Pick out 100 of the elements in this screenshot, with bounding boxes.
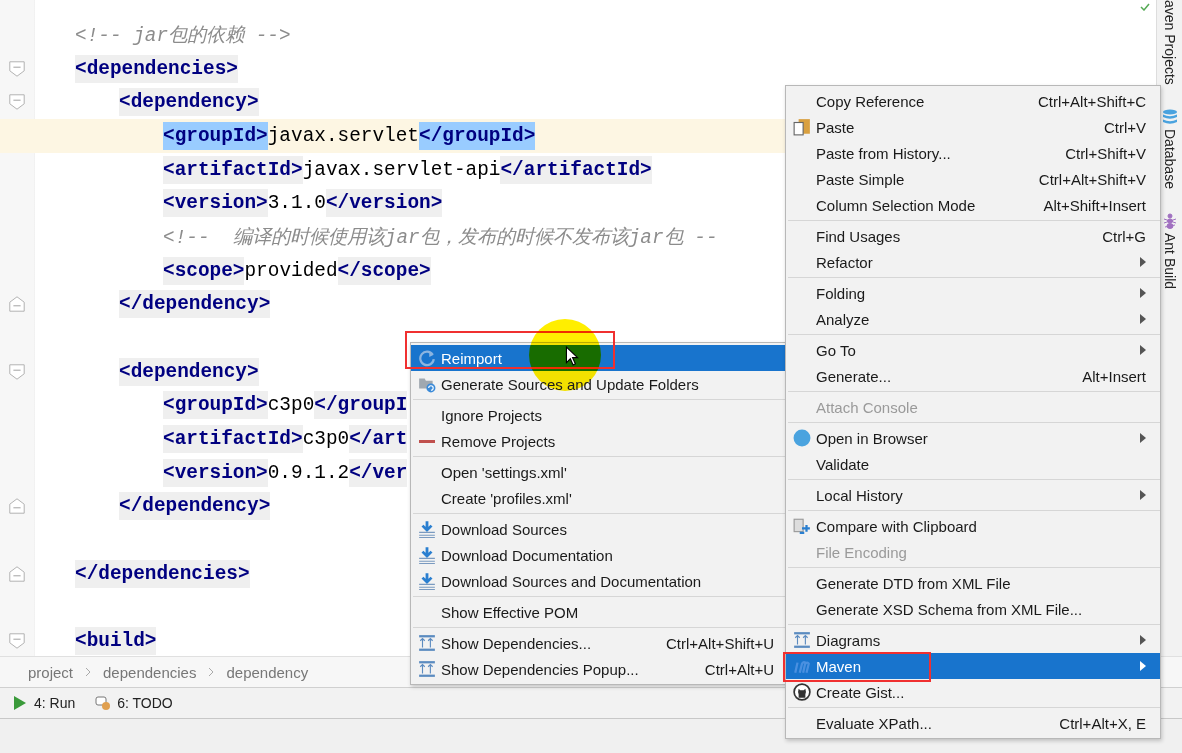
xml-tag: </groupId> [419,121,536,150]
breadcrumb[interactable]: project [28,663,74,681]
menu-item[interactable]: Maven [786,653,1160,679]
menu-item[interactable]: Show Effective POM [411,599,788,625]
menu-item[interactable]: Paste Ctrl+V [786,114,1160,140]
tag-value: 0.9.1.2 [267,461,350,484]
menu-item[interactable]: Paste from History... Ctrl+Shift+V [786,140,1160,166]
menu-item[interactable]: Copy Reference Ctrl+Alt+Shift+C [786,88,1160,114]
breadcrumb[interactable]: dependency [226,663,309,681]
xml-tag: <groupId> [163,391,268,420]
menu-item[interactable]: Show Dependencies... Ctrl+Alt+Shift+U [411,630,788,656]
menu-item[interactable]: Generate DTD from XML File [786,570,1160,596]
side-tab[interactable]: aven Projects [1161,0,1178,85]
tool-window-button[interactable]: 6: TODO [91,693,177,713]
chevron-icon [208,667,215,677]
clipboard-icon [793,118,811,136]
xml-tag: </artifactId> [500,155,652,184]
menu-item[interactable]: Diagrams [786,627,1160,653]
fold-icon[interactable] [8,59,26,78]
menu-item[interactable]: Download Sources and Documentation [411,568,788,594]
submenu-arrow-icon [1140,661,1146,671]
tag-value: javax.servlet [267,124,419,147]
fold-icon[interactable] [8,497,26,516]
submenu-arrow-icon [1140,635,1146,645]
xml-tag: <scope> [163,256,245,285]
submenu-arrow-icon [1140,314,1146,324]
tag-value: javax.servlet-api [302,158,501,181]
todo-icon [95,695,112,711]
submenu-arrow-icon [1140,288,1146,298]
diagram-icon [793,631,811,649]
submenu-arrow-icon [1140,490,1146,500]
xml-tag: <artifactId> [163,425,303,454]
chevron-icon [85,667,92,677]
tag-value: provided [244,259,338,282]
submenu-arrow-icon [1140,257,1146,267]
xml-tag: <version> [163,458,268,487]
side-tab[interactable]: Ant Build [1161,232,1178,289]
menu-item[interactable]: Go To [786,337,1160,363]
menu-item[interactable]: Column Selection Mode Alt+Shift+Insert [786,192,1160,218]
submenu-arrow-icon [1140,345,1146,355]
xml-tag: </version> [325,189,443,218]
fold-icon[interactable] [8,93,26,112]
xml-tag: </ver [349,458,408,487]
menu-item[interactable]: Download Documentation [411,542,788,568]
run-icon [12,695,28,711]
menu-item[interactable]: Generate... Alt+Insert [786,363,1160,389]
menu-item[interactable]: Refactor [786,249,1160,275]
code-comment: <!-- 编译的时候使用该jar包，发布的时候不发布该jar包 -- [163,225,718,251]
menu-item[interactable]: Ignore Projects [411,402,788,428]
tool-window-button[interactable]: 4: Run [8,693,80,713]
menu-item[interactable]: Create 'profiles.xml' [411,485,788,511]
tag-value: c3p0 [302,428,350,451]
menu-item[interactable]: Validate [786,451,1160,477]
octocat-icon [793,683,811,701]
menu-item[interactable]: Find Usages Ctrl+G [786,223,1160,249]
compare-icon [793,517,811,535]
menu-item[interactable]: Open 'settings.xml' [411,459,788,485]
ant-icon [1161,212,1178,229]
menu-item[interactable]: Generate XSD Schema from XML File... [786,596,1160,622]
menu-item[interactable]: Open in Browser [786,425,1160,451]
database-icon [1161,108,1178,125]
download-icon [418,546,436,564]
globe-icon [793,429,811,447]
xml-tag: <dependency> [119,357,259,386]
xml-tag: <version> [163,189,268,218]
submenu-arrow-icon [1140,433,1146,443]
menu-item[interactable]: Analyze [786,306,1160,332]
menu-item[interactable]: Create Gist... [786,679,1160,705]
xml-tag: <artifactId> [163,155,303,184]
fold-icon[interactable] [8,564,26,583]
side-tab[interactable]: Database [1161,128,1178,189]
breadcrumb[interactable]: dependencies [103,663,197,681]
menu-item[interactable]: Paste Simple Ctrl+Alt+Shift+V [786,166,1160,192]
xml-tag: </dependency> [119,492,271,521]
fold-icon[interactable] [8,632,26,651]
fold-icon[interactable] [8,362,26,381]
download-icon [418,520,436,538]
menu-item[interactable]: Compare with Clipboard [786,513,1160,539]
menu-item[interactable]: Folding [786,280,1160,306]
menu-item[interactable]: Evaluate XPath... Ctrl+Alt+X, E [786,710,1160,736]
download-icon [418,572,436,590]
minus-icon [418,439,436,443]
check-icon [1140,3,1150,11]
xml-tag: <dependency> [119,88,259,117]
xml-tag: </art [349,425,408,454]
xml-tag: <dependencies> [75,54,238,83]
xml-tag: </dependencies> [75,559,250,588]
xml-tag: </groupI [314,391,408,420]
folder-refresh-icon [418,375,436,393]
diagram-icon [418,660,436,678]
xml-tag: <build> [75,627,157,656]
diagram-icon [418,634,436,652]
menu-item[interactable]: Download Sources [411,516,788,542]
menu-item[interactable]: Remove Projects [411,428,788,454]
tag-value: c3p0 [267,394,315,417]
fold-icon[interactable] [8,295,26,314]
code-comment: <!-- jar包的依赖 --> [75,24,291,49]
xml-tag: </scope> [337,256,431,285]
xml-tag: <groupId> [163,121,268,150]
menu-item[interactable]: Local History [786,482,1160,508]
